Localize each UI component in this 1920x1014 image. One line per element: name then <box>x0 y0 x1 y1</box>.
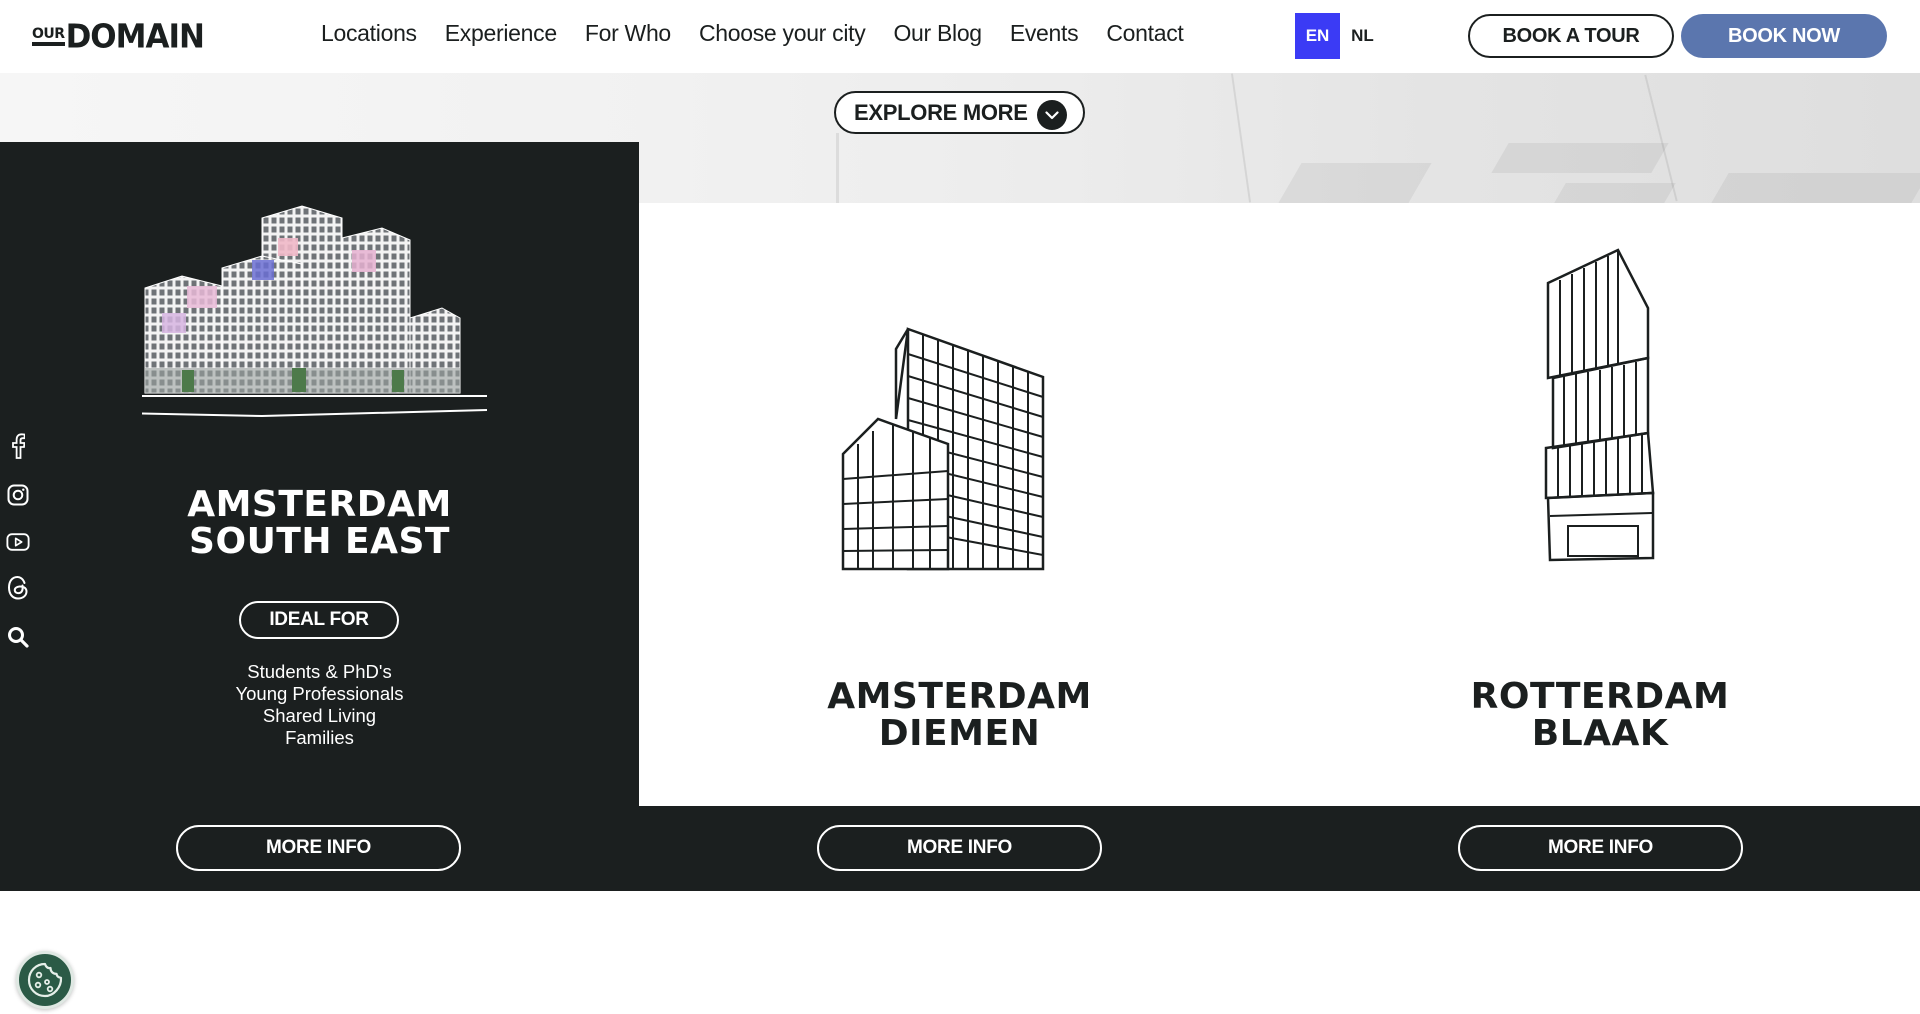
city-title: AMSTERDAM DIEMEN <box>639 678 1280 752</box>
book-tour-button[interactable]: BOOK A TOUR <box>1468 14 1674 58</box>
city-title: ROTTERDAM BLAAK <box>1280 678 1920 752</box>
city-title-line2: DIEMEN <box>878 713 1041 754</box>
nav-experience[interactable]: Experience <box>445 20 557 47</box>
list-item: Shared Living <box>262 705 377 726</box>
lang-nl-button[interactable]: NL <box>1350 13 1375 59</box>
nav-contact[interactable]: Contact <box>1106 20 1183 47</box>
nav-our-blog[interactable]: Our Blog <box>893 20 982 47</box>
explore-more-button[interactable]: EXPLORE MORE <box>834 91 1085 134</box>
facebook-icon[interactable] <box>6 433 30 459</box>
site-header: OUR DOMAIN Locations Experience For Who … <box>0 0 1920 73</box>
city-title-line1: ROTTERDAM <box>1470 676 1730 717</box>
nav-events[interactable]: Events <box>1010 20 1079 47</box>
instagram-icon[interactable] <box>6 483 30 507</box>
photo-building-southeast <box>119 198 494 423</box>
book-now-button[interactable]: BOOK NOW <box>1681 14 1887 58</box>
city-title-line1: AMSTERDAM <box>827 676 1092 717</box>
city-title-line2: SOUTH EAST <box>189 521 450 562</box>
more-info-button-diemen[interactable]: MORE INFO <box>817 825 1102 871</box>
threads-icon[interactable] <box>6 575 30 600</box>
site-logo[interactable]: OUR DOMAIN <box>32 18 205 56</box>
main-nav: Locations Experience For Who Choose your… <box>321 20 1212 47</box>
nav-choose-your-city[interactable]: Choose your city <box>699 20 866 47</box>
tower-blaak-icon <box>1538 248 1688 573</box>
logo-domain: DOMAIN <box>65 18 205 56</box>
cookie-icon <box>27 962 63 998</box>
youtube-icon[interactable] <box>6 530 30 554</box>
search-icon[interactable] <box>6 625 30 649</box>
logo-our: OUR <box>32 27 65 46</box>
nav-for-who[interactable]: For Who <box>585 20 671 47</box>
more-info-button-blaak[interactable]: MORE INFO <box>1458 825 1743 871</box>
more-info-button-south-east[interactable]: MORE INFO <box>176 825 461 871</box>
lang-en-button[interactable]: EN <box>1295 13 1340 59</box>
cookie-settings-button[interactable] <box>16 951 74 1009</box>
nav-locations[interactable]: Locations <box>321 20 417 47</box>
city-title-line2: BLAAK <box>1531 713 1669 754</box>
chevron-down-icon <box>1037 100 1067 130</box>
location-card-amsterdam-diemen[interactable]: AMSTERDAM DIEMEN <box>639 203 1280 806</box>
list-item: Young Professionals <box>235 683 404 704</box>
city-title-line1: AMSTERDAM <box>187 484 452 525</box>
city-title: AMSTERDAM SOUTH EAST <box>0 486 639 560</box>
ideal-for-list: Students & PhD's Young Professionals Sha… <box>0 661 639 749</box>
ideal-for-badge: IDEAL FOR <box>239 601 399 639</box>
list-item: Students & PhD's <box>247 661 392 682</box>
building-diemen-icon <box>838 319 1093 574</box>
explore-more-label: EXPLORE MORE <box>854 99 1028 125</box>
location-card-rotterdam-blaak[interactable]: ROTTERDAM BLAAK <box>1280 203 1920 806</box>
list-item: Families <box>285 727 354 748</box>
